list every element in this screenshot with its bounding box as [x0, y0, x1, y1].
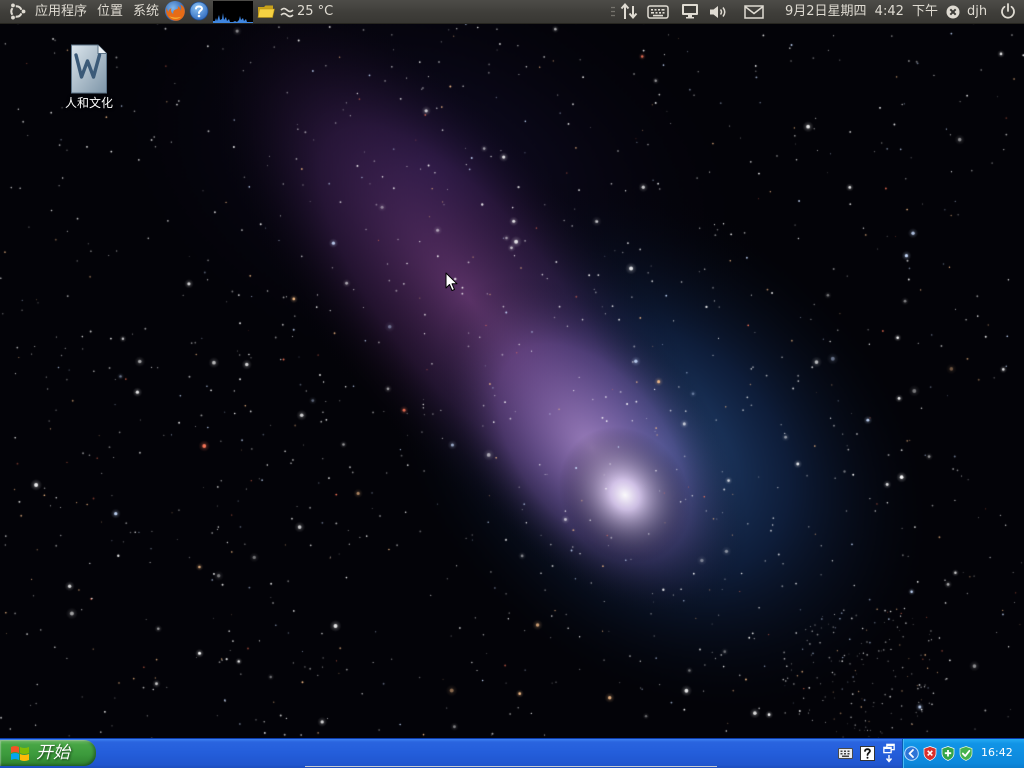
mouse-cursor: [445, 272, 458, 291]
power-icon[interactable]: [1000, 3, 1016, 19]
mail-icon[interactable]: [744, 5, 764, 19]
help-icon[interactable]: [189, 1, 209, 21]
start-button[interactable]: 开始: [0, 740, 96, 766]
volume-icon[interactable]: [709, 4, 729, 20]
tray-clock[interactable]: 16:42: [981, 739, 1013, 767]
word-document-icon: [71, 44, 107, 94]
user-name: djh: [967, 4, 988, 19]
folder-icon[interactable]: [257, 4, 275, 19]
desktop-icon-document[interactable]: 人和文化: [52, 44, 126, 110]
back-arrow-icon[interactable]: [904, 746, 919, 761]
desktop-icon-label: 人和文化: [64, 96, 113, 110]
start-label: 开始: [36, 743, 70, 763]
viewport-edge-line: [305, 766, 717, 767]
weather-temperature: 25 °C: [297, 4, 334, 19]
restore-windows-icon[interactable]: [882, 743, 896, 763]
green-shield-plus-icon[interactable]: [941, 746, 955, 761]
top-panel: 应用程序 位置 系统 25 °C 9月2日星期四 4:42 下午 djh: [0, 0, 1024, 24]
red-shield-icon[interactable]: [923, 746, 937, 761]
panel-clock[interactable]: 9月2日星期四 4:42 下午: [785, 0, 938, 23]
taskbar: 开始 16:42: [0, 738, 1024, 768]
system-monitor-icon[interactable]: [213, 1, 253, 23]
menu-places[interactable]: 位置: [96, 0, 124, 23]
system-tray: 16:42: [902, 739, 1024, 768]
user-menu[interactable]: djh: [946, 0, 990, 23]
firefox-icon[interactable]: [164, 0, 186, 22]
keyboard-icon[interactable]: [647, 4, 669, 20]
ubuntu-logo-icon[interactable]: [7, 2, 26, 21]
menu-system[interactable]: 系统: [132, 0, 160, 23]
menu-applications[interactable]: 应用程序: [34, 0, 88, 23]
help-icon[interactable]: [860, 746, 875, 761]
applet-drag-handle[interactable]: [611, 6, 615, 17]
network-icon[interactable]: [620, 2, 638, 20]
desktop-wallpaper: [0, 0, 1024, 768]
windows-flag-icon: [11, 746, 29, 761]
fog-icon: [280, 7, 294, 18]
keyboard-icon[interactable]: [838, 748, 853, 759]
display-icon[interactable]: [681, 3, 699, 19]
user-status-icon: [946, 5, 960, 19]
green-shield-check-icon[interactable]: [959, 746, 973, 761]
